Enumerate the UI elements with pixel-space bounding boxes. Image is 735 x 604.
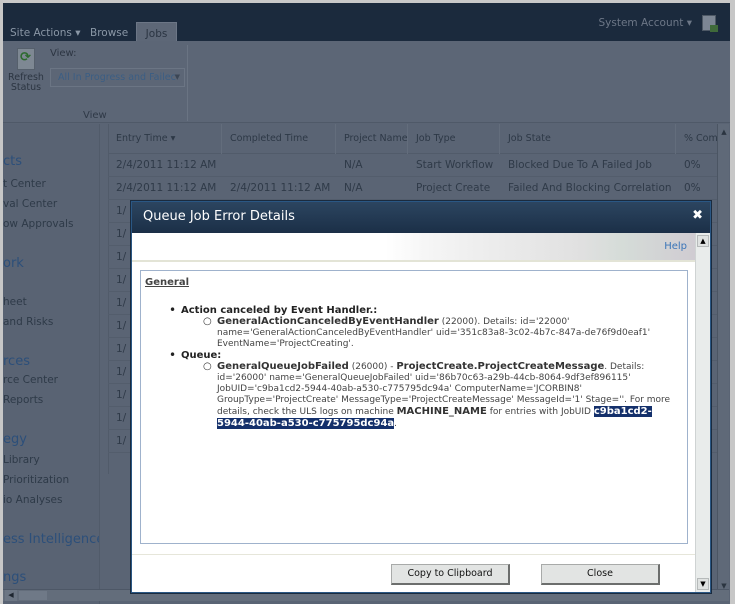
dialog-title-bar[interactable]: Queue Job Error Details ✖: [132, 202, 710, 233]
nav-link[interactable]: Library: [3, 454, 40, 466]
error-code: (26000) -: [348, 362, 397, 372]
page-vertical-scrollbar[interactable]: ▲ ▼: [717, 124, 729, 594]
table-cell: Blocked Due To A Failed Job: [508, 159, 652, 171]
dialog-toolbar: Help: [132, 233, 695, 262]
table-row[interactable]: 2/4/2011 11:12 AM 2/4/2011 11:12 AM N/A Pro…: [108, 177, 728, 200]
close-button[interactable]: Close: [541, 564, 660, 585]
table-cell: 2/4/2011 11:12 AM: [230, 182, 331, 194]
nav-link[interactable]: io Analyses: [3, 494, 62, 506]
table-cell: N/A: [344, 159, 363, 171]
table-cell: 2/4/2011 11:12 AM: [116, 159, 217, 171]
column-header[interactable]: Project Name: [336, 124, 408, 154]
scroll-up-icon[interactable]: ▲: [719, 126, 729, 138]
table-cell: Start Workflow: [416, 159, 494, 171]
nav-heading[interactable]: ork: [3, 256, 24, 271]
scroll-up-icon[interactable]: ▲: [697, 235, 709, 247]
column-header[interactable]: Job Type: [408, 124, 500, 154]
table-row[interactable]: 2/4/2011 11:12 AM N/A Start Workflow Blocke…: [108, 154, 728, 177]
page-status-icon[interactable]: [702, 15, 718, 32]
error-name: GeneralQueueJobFailed: [217, 361, 349, 372]
view-select[interactable]: All In Progress and Failec ▼: [50, 68, 185, 87]
nav-link[interactable]: and Risks: [3, 316, 53, 328]
table-cell: Project Create: [416, 182, 491, 194]
nav-link[interactable]: rce Center: [3, 374, 58, 386]
queue-job-error-dialog: Queue Job Error Details ✖ Help General A…: [131, 201, 711, 593]
error-message-type: ProjectCreate.ProjectCreateMessage: [396, 361, 605, 372]
refresh-label-line2: Status: [10, 82, 42, 93]
column-header[interactable]: Completed Time: [222, 124, 336, 154]
nav-heading[interactable]: egy: [3, 432, 27, 447]
column-header[interactable]: Job State: [500, 124, 676, 154]
ribbon-header: Site Actions ▾ Browse Jobs System Accoun…: [3, 3, 730, 44]
machine-name: MACHINE_NAME: [396, 406, 487, 417]
ribbon-group-label: View: [83, 110, 107, 121]
error-title: Queue:: [181, 350, 222, 361]
dialog-footer: Copy to Clipboard Close: [132, 554, 695, 592]
dialog-title: Queue Job Error Details: [143, 209, 295, 224]
nav-link[interactable]: Reports: [3, 394, 43, 406]
error-detail-list: GeneralQueueJobFailed (26000) - ProjectC…: [203, 361, 682, 430]
window-frame-left: [0, 0, 3, 604]
column-header[interactable]: Entry Time ▾: [108, 124, 222, 154]
error-title: Action canceled by Event Handler.:: [181, 305, 378, 316]
error-detail: GeneralActionCanceledByEventHandler (220…: [203, 316, 682, 350]
table-cell: [222, 154, 336, 177]
nav-heading[interactable]: rces: [3, 354, 30, 369]
error-item: Queue: GeneralQueueJobFailed (26000) - P…: [167, 348, 682, 430]
nav-link[interactable]: heet: [3, 296, 27, 308]
copy-to-clipboard-button[interactable]: Copy to Clipboard: [391, 564, 510, 585]
window-frame-right: [730, 0, 735, 604]
error-details-panel: General Action canceled by Event Handler…: [140, 270, 688, 544]
scroll-left-icon[interactable]: ◀: [5, 590, 17, 601]
account-menu[interactable]: System Account ▾: [599, 17, 693, 29]
table-cell: Failed And Blocking Correlation: [508, 182, 672, 194]
error-name: GeneralActionCanceledByEventHandler: [217, 316, 439, 327]
table-cell: N/A: [344, 182, 363, 194]
view-label: View:: [50, 48, 77, 59]
help-link[interactable]: Help: [664, 241, 687, 252]
trailing-period: .: [394, 419, 398, 429]
nav-heading[interactable]: ngs: [3, 570, 26, 585]
chevron-down-icon: ▼: [174, 73, 180, 81]
grid-header: Entry Time ▾ Completed Time Project Name Jo…: [108, 124, 728, 154]
nav-link[interactable]: ow Approvals: [3, 218, 73, 230]
error-detail: GeneralQueueJobFailed (26000) - ProjectC…: [203, 361, 682, 430]
error-item: Action canceled by Event Handler.: Gener…: [167, 303, 682, 350]
view-select-value: All In Progress and Failec: [58, 72, 176, 83]
error-list: Action canceled by Event Handler.: Gener…: [167, 303, 682, 430]
refresh-status-button[interactable]: Refresh Status: [6, 48, 46, 93]
refresh-icon: [17, 48, 35, 70]
nav-link[interactable]: t Center: [3, 178, 46, 190]
error-detail-text-2: for entries with JobUID: [486, 407, 594, 417]
scroll-thumb[interactable]: [19, 591, 47, 600]
quick-launch-nav: cts t Center val Center ow Approvals ork heet…: [3, 124, 100, 604]
dialog-vertical-scrollbar[interactable]: ▲ ▼: [695, 233, 710, 592]
nav-link[interactable]: Prioritization: [3, 474, 69, 486]
error-detail-list: GeneralActionCanceledByEventHandler (220…: [203, 316, 682, 350]
scroll-down-icon[interactable]: ▼: [697, 578, 709, 590]
nav-link[interactable]: val Center: [3, 198, 57, 210]
general-section-link[interactable]: General: [145, 277, 189, 288]
table-cell: 2/4/2011 11:12 AM: [116, 182, 217, 194]
close-icon[interactable]: ✖: [692, 208, 703, 223]
nav-heading[interactable]: cts: [3, 154, 22, 169]
nav-heading[interactable]: ess Intelligence: [3, 532, 99, 547]
ribbon-body: Refresh Status View: All In Progress and…: [3, 41, 730, 123]
ribbon-group-divider: [187, 45, 188, 121]
